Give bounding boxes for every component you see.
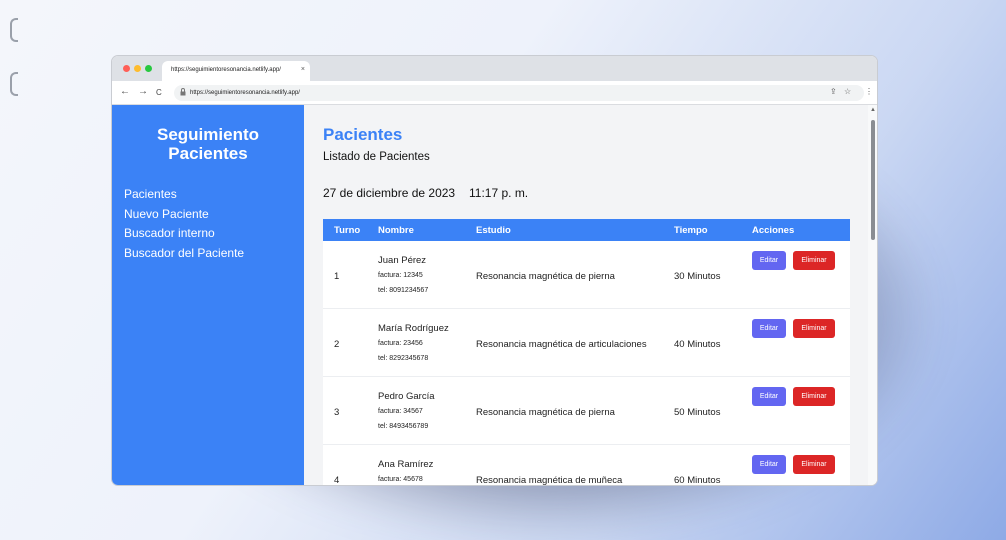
turno-cell: 1 (334, 271, 340, 282)
delete-button[interactable]: Eliminar (793, 387, 835, 406)
brand-line-1: Seguimiento (156, 125, 259, 144)
brand-line-2: Pacientes (168, 144, 248, 163)
current-date: 27 de diciembre de 2023 (323, 186, 456, 200)
study-cell: Resonancia magnética de pierna (476, 271, 615, 282)
header-turno: Turno (334, 225, 361, 236)
maximize-window-dot[interactable] (145, 65, 152, 72)
patient-phone: tel: 8493456789 (378, 423, 429, 430)
study-cell: Resonancia magnética de muñeca (476, 475, 623, 486)
study-cell: Resonancia magnética de pierna (476, 407, 615, 418)
browser-tab[interactable]: https://seguimientoresonancia.netlify.ap… (162, 61, 310, 81)
url-text: https://seguimientoresonancia.netlify.ap… (190, 90, 300, 96)
header-acciones: Acciones (752, 225, 795, 236)
share-icon[interactable]: ⇪ (830, 87, 837, 96)
background-decoration (10, 18, 18, 42)
edit-button[interactable]: Editar (752, 455, 786, 474)
table-row: 1 Juan Pérez factura: 12345 tel: 8091234… (323, 241, 850, 309)
sidebar-item-buscador-paciente[interactable]: Buscador del Paciente (124, 244, 244, 264)
patient-invoice: factura: 45678 (378, 476, 423, 483)
patients-table: Turno Nombre Estudio Tiempo Acciones 1 J… (323, 219, 850, 486)
turno-cell: 4 (334, 475, 340, 486)
browser-menu-icon[interactable]: ⋮ (865, 87, 873, 96)
page-subtitle: Listado de Pacientes (323, 151, 430, 163)
patient-invoice: factura: 12345 (378, 272, 423, 279)
sidebar-item-nuevo-paciente[interactable]: Nuevo Paciente (124, 205, 244, 225)
patient-name: Juan Pérez (378, 255, 427, 266)
close-window-dot[interactable] (123, 65, 130, 72)
address-bar[interactable]: https://seguimientoresonancia.netlify.ap… (174, 85, 864, 101)
turno-cell: 3 (334, 407, 340, 418)
study-cell: Resonancia magnética de articulaciones (476, 339, 647, 350)
turno-cell: 2 (334, 339, 340, 350)
patient-phone: tel: 8292345678 (378, 355, 429, 362)
table-row: 4 Ana Ramírez factura: 45678 Resonancia … (323, 445, 850, 486)
time-cell: 50 Minutos (674, 407, 721, 418)
edit-button[interactable]: Editar (752, 319, 786, 338)
sidebar-item-pacientes[interactable]: Pacientes (124, 185, 244, 205)
current-time: 11:17 p. m. (469, 186, 529, 200)
delete-button[interactable]: Eliminar (793, 251, 835, 270)
page-viewport: Seguimiento Pacientes Pacientes Nuevo Pa… (112, 105, 877, 486)
page-title: Pacientes (323, 125, 403, 144)
browser-toolbar: ← → C https://seguimientoresonancia.netl… (112, 81, 877, 105)
table-header: Turno Nombre Estudio Tiempo Acciones (323, 219, 850, 241)
back-icon[interactable]: ← (120, 86, 130, 97)
star-icon[interactable]: ☆ (844, 87, 851, 96)
patient-invoice: factura: 34567 (378, 408, 423, 415)
lock-icon (180, 88, 186, 98)
reload-icon[interactable]: C (156, 88, 162, 97)
sidebar: Seguimiento Pacientes Pacientes Nuevo Pa… (112, 105, 304, 485)
sidebar-menu: Pacientes Nuevo Paciente Buscador intern… (124, 185, 244, 263)
patient-name: María Rodríguez (378, 323, 449, 334)
delete-button[interactable]: Eliminar (793, 319, 835, 338)
table-row: 3 Pedro García factura: 34567 tel: 84934… (323, 377, 850, 445)
tab-bar: https://seguimientoresonancia.netlify.ap… (112, 56, 877, 81)
delete-button[interactable]: Eliminar (793, 455, 835, 474)
page-scrollbar[interactable]: ▲ (868, 105, 877, 485)
tab-close-icon[interactable]: × (301, 66, 305, 73)
time-cell: 60 Minutos (674, 475, 721, 486)
minimize-window-dot[interactable] (134, 65, 141, 72)
header-estudio: Estudio (476, 225, 511, 236)
table-row: 2 María Rodríguez factura: 23456 tel: 82… (323, 309, 850, 377)
time-cell: 30 Minutos (674, 271, 721, 282)
scroll-up-arrow-icon[interactable]: ▲ (870, 107, 876, 113)
edit-button[interactable]: Editar (752, 387, 786, 406)
header-tiempo: Tiempo (674, 225, 708, 236)
brand-title: Seguimiento Pacientes (112, 125, 304, 163)
main-content: Pacientes Listado de Pacientes 27 de dic… (304, 105, 868, 486)
sidebar-item-buscador-interno[interactable]: Buscador interno (124, 224, 244, 244)
scrollbar-thumb[interactable] (871, 120, 875, 240)
browser-window: https://seguimientoresonancia.netlify.ap… (111, 55, 878, 486)
patient-invoice: factura: 23456 (378, 340, 423, 347)
patient-name: Pedro García (378, 391, 435, 402)
header-nombre: Nombre (378, 225, 414, 236)
edit-button[interactable]: Editar (752, 251, 786, 270)
background-decoration (10, 72, 18, 96)
patient-name: Ana Ramírez (378, 459, 434, 470)
tab-title: https://seguimientoresonancia.netlify.ap… (171, 67, 281, 73)
forward-icon[interactable]: → (138, 86, 148, 97)
time-cell: 40 Minutos (674, 339, 721, 350)
patient-phone: tel: 8091234567 (378, 287, 429, 294)
